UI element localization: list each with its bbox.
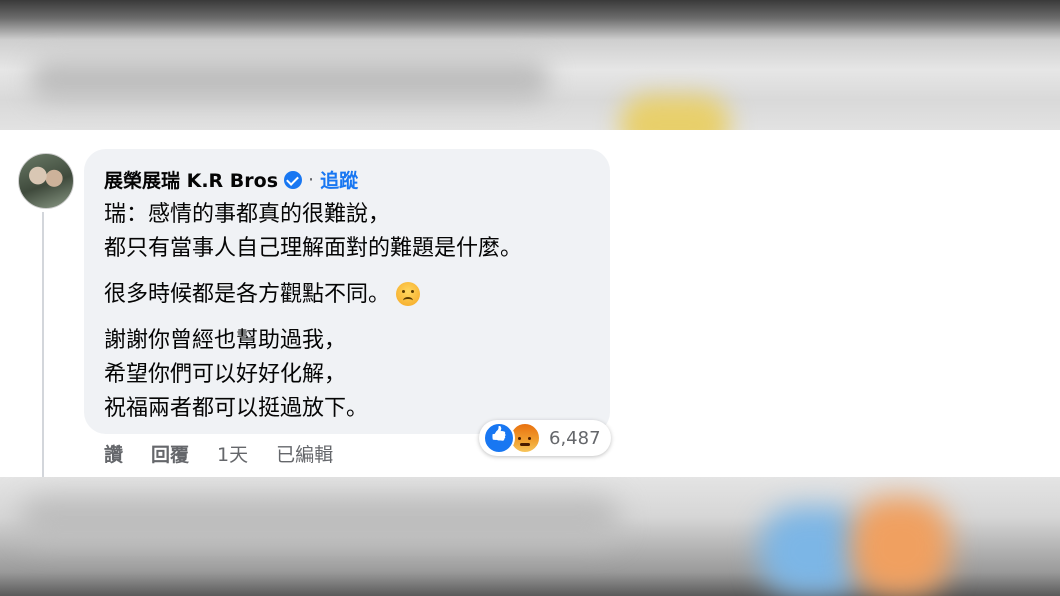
author-name[interactable]: 展榮展瑞 K.R Bros (104, 166, 278, 193)
comment-paragraph: 謝謝你曾經也幫助過我， 希望你們可以好好化解， 祝福兩者都可以挺過放下。 (104, 324, 522, 426)
edited-label[interactable]: 已編輯 (276, 440, 333, 467)
reaction-count: 6,487 (549, 427, 601, 449)
frowning-face-icon (396, 282, 421, 306)
blurred-shape (850, 497, 950, 596)
like-icon (483, 422, 515, 454)
verified-badge-icon (284, 170, 303, 189)
blurred-content-top (0, 0, 1060, 130)
author-avatar[interactable] (18, 153, 74, 209)
reply-thread-line (42, 212, 44, 477)
like-button[interactable]: 讚 (104, 440, 123, 467)
comment-paragraph: 瑞：感情的事都真的很難說， 都只有當事人自己理解面對的難題是什麼。 (104, 198, 522, 266)
reply-button[interactable]: 回覆 (151, 440, 189, 467)
separator-dot: · (308, 168, 315, 191)
follow-link[interactable]: 追蹤 (320, 166, 358, 193)
comment-actions: 讚 回覆 1天 已編輯 (104, 440, 361, 467)
blurred-shape (30, 60, 550, 100)
reaction-summary[interactable]: 6,487 (479, 420, 611, 456)
blurred-shape (620, 95, 730, 130)
comment-line: 瑞：感情的事都真的很難說， (104, 202, 391, 227)
comment-paragraph: 很多時候都是各方觀點不同。 (104, 278, 522, 312)
comment-line: 很多時候都是各方觀點不同。 (104, 282, 391, 307)
blurred-shape (20, 497, 620, 542)
comment-line: 祝福兩者都可以挺過放下。 (104, 396, 369, 421)
comment-line: 都只有當事人自己理解面對的難題是什麼。 (104, 236, 523, 261)
comment-header: 展榮展瑞 K.R Bros · 追蹤 (104, 166, 358, 193)
comment-line: 希望你們可以好好化解， (104, 362, 347, 387)
comment-text: 瑞：感情的事都真的很難說， 都只有當事人自己理解面對的難題是什麼。 很多時候都是… (104, 198, 522, 426)
comment-line: 謝謝你曾經也幫助過我， (104, 328, 347, 353)
blurred-content-bottom (0, 477, 1060, 596)
comment-timestamp[interactable]: 1天 (217, 440, 248, 467)
